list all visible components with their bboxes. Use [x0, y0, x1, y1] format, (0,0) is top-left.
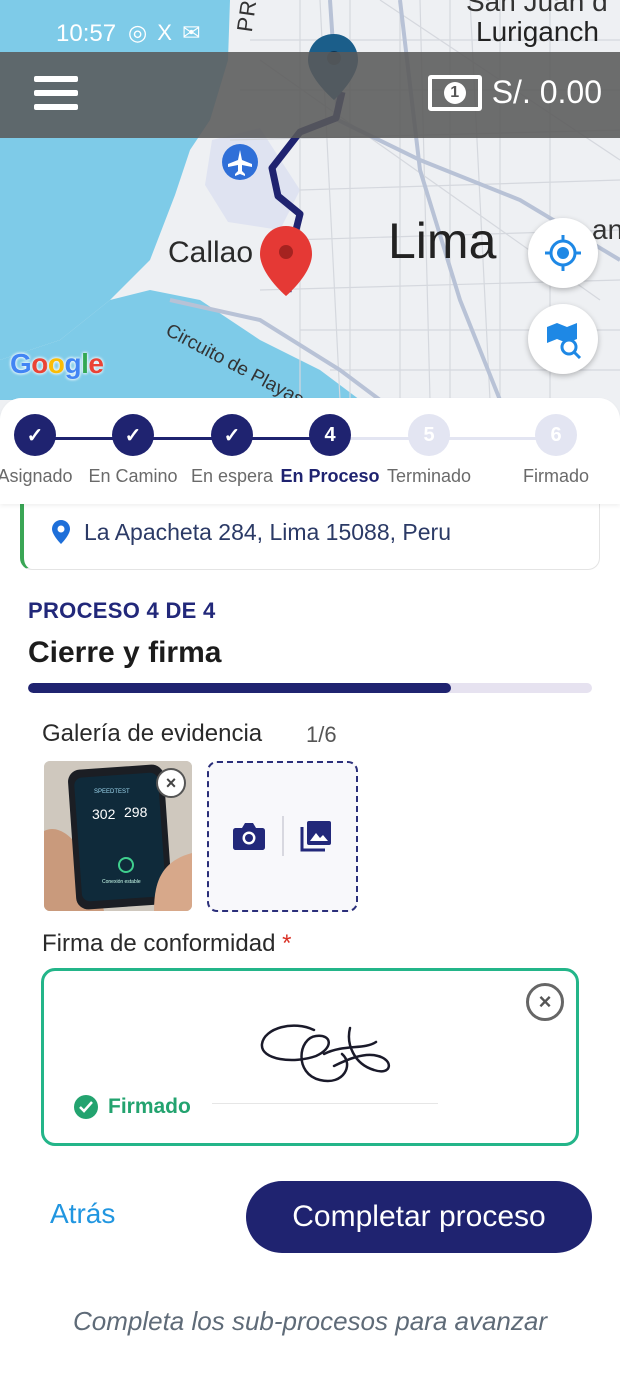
- status-icons: ◎ X ✉: [128, 20, 203, 45]
- camera-icon: [233, 823, 265, 850]
- add-evidence-divider: [282, 816, 284, 856]
- signed-status: Firmado: [74, 1095, 191, 1119]
- clear-signature-button[interactable]: ×: [526, 983, 564, 1021]
- gallery-picker-button[interactable]: [296, 816, 336, 856]
- photo-library-icon: [300, 821, 331, 852]
- cash-icon: 1: [427, 74, 482, 111]
- photo-brand-text: SPEEDTEST: [94, 789, 130, 795]
- signature-baseline: [212, 1103, 438, 1104]
- top-app-bar: 1 S/. 0.00: [0, 52, 620, 138]
- photo-status-text: Conexión estable: [102, 879, 141, 885]
- locate-button[interactable]: [528, 218, 598, 288]
- camera-button[interactable]: [229, 816, 269, 856]
- google-logo: Google: [10, 348, 104, 379]
- back-button[interactable]: Atrás: [50, 1198, 115, 1230]
- locate-icon: [545, 235, 581, 271]
- process-progress-bar: [28, 683, 592, 693]
- map-label-lima: Lima: [388, 213, 497, 269]
- remove-photo-button[interactable]: ×: [156, 768, 186, 798]
- menu-icon: [34, 76, 78, 82]
- map-label-callao: Callao: [168, 236, 254, 269]
- required-marker: *: [282, 930, 292, 957]
- signature-label: Firma de conformidad *: [42, 930, 292, 957]
- map-search-icon: [547, 323, 582, 359]
- photo-up-text: 298: [124, 804, 148, 820]
- gallery-label: Galería de evidencia: [42, 720, 263, 747]
- photo-down-text: 302: [92, 806, 116, 822]
- step-en-camino: ✓ En Camino: [83, 414, 183, 487]
- process-progress-fill: [28, 683, 451, 693]
- hint-text: Completa los sub-procesos para avanzar: [72, 1306, 548, 1336]
- step-en-espera: ✓ En espera: [182, 414, 282, 487]
- balance-display[interactable]: 1 S/. 0.00: [427, 74, 602, 111]
- process-title: Cierre y firma: [28, 636, 222, 669]
- check-circle-icon: [74, 1095, 98, 1119]
- close-icon: ×: [165, 772, 177, 793]
- address-text: La Apacheta 284, Lima 15088, Peru: [84, 519, 452, 545]
- process-step-label: PROCESO 4 DE 4: [28, 598, 216, 623]
- menu-button[interactable]: [34, 76, 80, 114]
- complete-process-button[interactable]: Completar proceso: [246, 1181, 592, 1253]
- status-bar: 10:57 ◎ X ✉: [0, 0, 620, 54]
- signature-drawing: [260, 1024, 390, 1083]
- step-asignado: ✓ Asignado: [0, 414, 85, 487]
- step-terminado: 5 Terminado: [379, 414, 479, 487]
- location-pin-icon: [52, 520, 70, 544]
- step-en-proceso: 4 En Proceso: [280, 414, 380, 487]
- app-screen: San Juan d Luriganch PROVI Lima Callao a…: [0, 0, 620, 1384]
- status-time: 10:57: [56, 20, 117, 47]
- map-search-button[interactable]: [528, 304, 598, 374]
- close-icon: ×: [538, 989, 552, 1014]
- status-stepper: ✓ Asignado ✓ En Camino ✓ En espera 4 En …: [0, 398, 620, 504]
- step-firmado: 6 Firmado: [506, 414, 606, 487]
- gallery-count: 1/6: [306, 722, 337, 747]
- balance-amount: S/. 0.00: [491, 74, 602, 110]
